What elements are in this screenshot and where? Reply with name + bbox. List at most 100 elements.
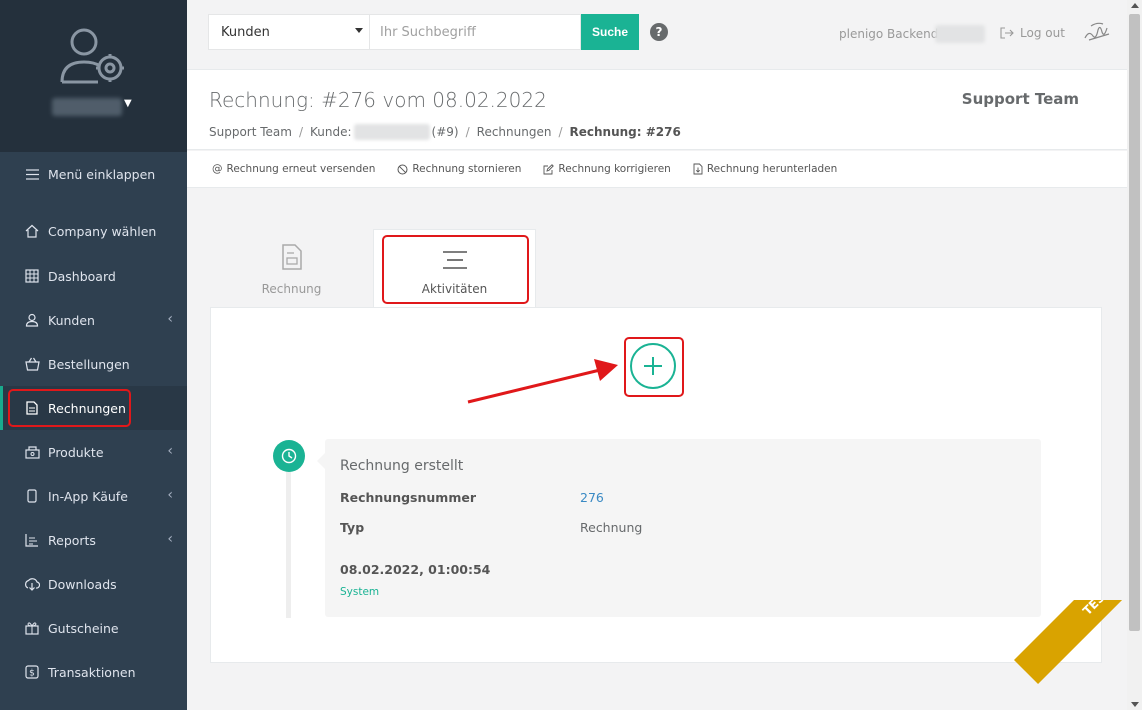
timeline-key: Rechnungsnummer (340, 490, 476, 505)
sidebar-item-label: Downloads (48, 576, 117, 592)
search-input[interactable] (370, 14, 581, 50)
action-bar: @ Rechnung erneut versenden Rechnung sto… (187, 151, 1127, 188)
sidebar-item-label: Produkte (48, 444, 104, 460)
timeline-key: Typ (340, 520, 365, 535)
action-label: Rechnung korrigieren (558, 163, 671, 175)
phone-icon (24, 488, 40, 504)
correct-invoice-button[interactable]: Rechnung korrigieren (543, 163, 671, 175)
search-category-select[interactable]: Kunden (208, 14, 370, 50)
scroll-down-arrow-icon[interactable] (1131, 702, 1139, 707)
page-title: Rechnung: #276 vom 08.02.2022 (209, 88, 547, 112)
sidebar-item-kunden[interactable]: Kunden ‹ (0, 298, 187, 342)
sidebar-item-gutscheine[interactable]: Gutscheine (0, 606, 187, 650)
timeline-author: System (340, 586, 380, 598)
sidebar-item-label: Menü einklappen (48, 166, 156, 182)
team-name: Support Team (961, 90, 1079, 108)
edit-icon (543, 163, 555, 174)
chevron-left-icon: ‹ (167, 443, 173, 459)
red-arrow-annotation (467, 359, 618, 404)
scroll-up-arrow-icon[interactable] (1131, 3, 1139, 8)
download-icon (24, 576, 40, 592)
gift-icon (24, 620, 40, 636)
sidebar-item-downloads[interactable]: Downloads (0, 562, 187, 606)
sidebar-item-rechnungen[interactable]: Rechnungen (0, 386, 187, 430)
chevron-left-icon: ‹ (167, 487, 173, 503)
timeline-date: 08.02.2022, 01:00:54 (340, 562, 491, 577)
sidebar-item-label: Kunden (48, 312, 95, 328)
chevron-left-icon: ‹ (167, 531, 173, 547)
sign-out-icon (1000, 27, 1014, 39)
breadcrumb-current: Rechnung: #276 (569, 125, 681, 139)
user-name-blurred[interactable] (52, 98, 122, 116)
logout-link[interactable]: Log out (1000, 26, 1065, 40)
plus-icon (644, 357, 662, 375)
timeline-entry: Rechnung erstellt Rechnungsnummer 276 Ty… (317, 439, 1041, 617)
list-icon (442, 251, 467, 269)
backend-label: plenigo Backend (839, 27, 939, 41)
basket-icon (24, 356, 40, 372)
action-label: Rechnung erneut versenden (226, 163, 376, 175)
sidebar-item-label: Company wählen (48, 223, 157, 239)
sidebar-item-collapse[interactable]: Menü einklappen (0, 152, 187, 196)
breadcrumb-rechnungen[interactable]: Rechnungen (477, 125, 552, 139)
tab-aktivitaeten[interactable]: Aktivitäten (373, 229, 536, 307)
sidebar: ▼ Menü einklappen Company wählen Dashboa… (0, 0, 187, 710)
sidebar-item-bestellungen[interactable]: Bestellungen (0, 342, 187, 386)
add-activity-button[interactable] (630, 343, 676, 389)
select-value: Kunden (221, 24, 270, 40)
profile-area: ▼ (0, 0, 187, 152)
ribbon-label: TEST (1080, 600, 1114, 619)
box-icon (24, 444, 40, 460)
sidebar-item-transaktionen[interactable]: $ Transaktionen (0, 650, 187, 694)
ban-icon (397, 164, 408, 174)
breadcrumb: Support Team / Kunde: (#9) / Rechnungen … (209, 124, 681, 140)
sidebar-item-produkte[interactable]: Produkte ‹ (0, 430, 187, 474)
action-label: Rechnung stornieren (412, 163, 522, 175)
sidebar-item-company[interactable]: Company wählen (0, 209, 187, 253)
timeline-value: Rechnung (580, 520, 643, 535)
cancel-invoice-button[interactable]: Rechnung stornieren (397, 163, 521, 175)
caret-down-icon[interactable]: ▼ (124, 98, 132, 109)
timeline-line (286, 470, 291, 618)
test-ribbon: TEST (1010, 600, 1127, 710)
breadcrumb-team[interactable]: Support Team (209, 125, 292, 139)
home-icon (24, 223, 40, 239)
sidebar-item-label: Dashboard (48, 268, 116, 284)
scroll-thumb[interactable] (1129, 14, 1140, 631)
grid-icon (24, 268, 40, 284)
sidebar-item-label: Reports (48, 532, 96, 548)
sidebar-item-inapp[interactable]: In-App Käufe ‹ (0, 474, 187, 518)
breadcrumb-kunde-prefix: Kunde: (310, 125, 352, 139)
clock-icon (273, 440, 305, 472)
ribbon-band: TEST (1014, 600, 1127, 685)
help-icon[interactable]: ? (650, 23, 668, 41)
sidebar-item-label: Rechnungen (48, 400, 126, 416)
sidebar-item-label: Transaktionen (48, 664, 136, 680)
breadcrumb-kunde-id: (#9) (431, 125, 459, 139)
sidebar-item-reports[interactable]: Reports ‹ (0, 518, 187, 562)
signature-icon (1084, 22, 1110, 41)
topbar: Kunden Suche ? plenigo Backend Log out (187, 0, 1127, 70)
document-icon (281, 244, 302, 270)
scrollbar[interactable] (1127, 0, 1142, 710)
backend-name-blurred (935, 25, 985, 43)
resend-invoice-button[interactable]: @ Rechnung erneut versenden (212, 163, 375, 175)
action-label: Rechnung herunterladen (706, 163, 838, 175)
menu-icon (24, 166, 40, 182)
sidebar-item-label: Bestellungen (48, 356, 130, 372)
invoice-number-link[interactable]: 276 (580, 490, 604, 505)
money-icon: $ (24, 664, 40, 680)
tab-label: Aktivitäten (421, 282, 488, 296)
sidebar-item-dashboard[interactable]: Dashboard (0, 254, 187, 298)
user-icon (24, 312, 40, 328)
user-settings-icon (60, 28, 124, 84)
invoice-icon (24, 400, 40, 416)
caret-down-icon (355, 28, 363, 33)
customer-name-blurred[interactable] (353, 124, 430, 140)
chart-icon (24, 532, 40, 548)
tab-label: Rechnung (261, 282, 322, 296)
tab-rechnung[interactable]: Rechnung (210, 229, 373, 307)
download-invoice-button[interactable]: Rechnung herunterladen (693, 163, 837, 175)
sidebar-item-label: Gutscheine (48, 620, 119, 636)
search-button[interactable]: Suche (581, 14, 639, 50)
